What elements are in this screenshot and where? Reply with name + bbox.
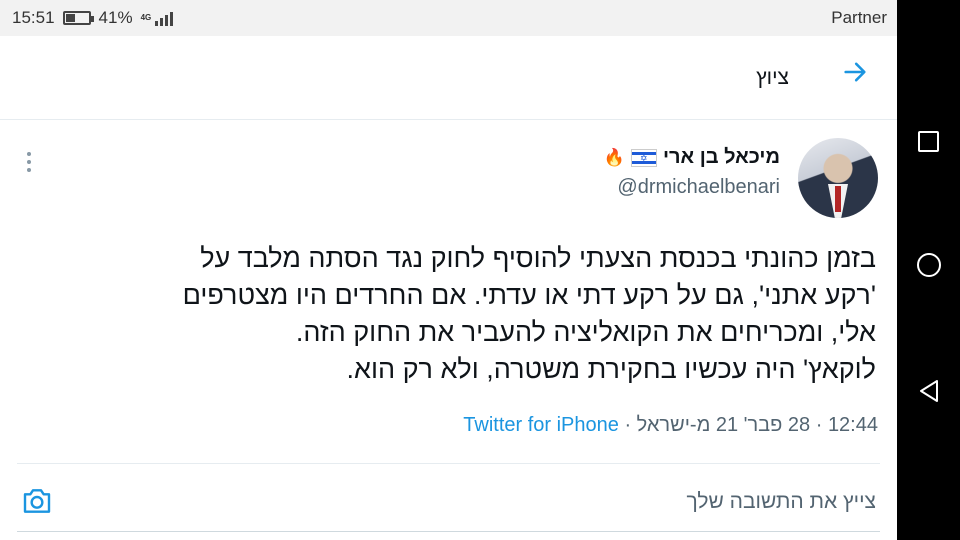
- israel-flag-icon: ✡: [630, 148, 657, 167]
- top-bar: ציוץ: [0, 36, 897, 120]
- tweet-source-link[interactable]: Twitter for iPhone: [463, 414, 619, 436]
- home-icon[interactable]: [916, 252, 941, 277]
- tweet-text-line: בזמן כהונתי בכנסת הצעתי להוסיף לחוק נגד …: [200, 243, 876, 273]
- back-triangle-icon[interactable]: [917, 378, 941, 409]
- more-options-icon[interactable]: [27, 152, 31, 172]
- reply-input[interactable]: צייץ את התשובה שלך: [687, 490, 876, 514]
- battery-percent: 41%: [98, 8, 133, 27]
- page-title: ציוץ: [756, 66, 789, 89]
- tweet-text-line: אלי, ומכריחים את הקואליציה להעביר את החו…: [295, 317, 876, 347]
- tweet-card: מיכאל בן ארי ✡ 🔥 @drmichaelbenari בזמן כ…: [17, 120, 880, 464]
- avatar[interactable]: [798, 138, 878, 218]
- battery-icon: [62, 11, 94, 25]
- tweet-text: בזמן כהונתי בכנסת הצעתי להוסיף לחוק נגד …: [26, 240, 876, 388]
- status-time: 15:51: [12, 8, 55, 27]
- android-nav-bar: [897, 0, 960, 540]
- display-name[interactable]: מיכאל בן ארי: [663, 146, 780, 169]
- tweet-screen: ציוץ מיכאל בן ארי ✡ 🔥 @drmichaelbenari ב…: [0, 36, 897, 540]
- author-name-row[interactable]: מיכאל בן ארי ✡ 🔥: [604, 146, 780, 169]
- tweet-text-line: לוקאץ' היה עכשיו בחקירת משטרה, ולא רק הו…: [346, 354, 876, 384]
- network-type: 4G: [140, 13, 152, 22]
- fire-icon: 🔥: [603, 147, 625, 167]
- reply-composer[interactable]: צייץ את התשובה שלך: [17, 464, 880, 532]
- tweet-time: 12:44: [827, 414, 878, 436]
- arrow-right-icon[interactable]: [841, 58, 869, 91]
- status-bar: 15:51 41% 4G Partner: [0, 0, 897, 36]
- tweet-meta: 12:44 · 28 פבר' 21 מ-ישראל · Twitter for…: [463, 414, 878, 436]
- status-left: 15:51 41% 4G: [12, 8, 174, 28]
- carrier-name: Partner: [831, 8, 887, 27]
- tweet-text-line: 'רקע אתני', גם על רקע דתי או עדתי. אם הח…: [182, 280, 876, 310]
- user-handle[interactable]: @drmichaelbenari: [617, 176, 780, 199]
- recent-apps-icon[interactable]: [918, 130, 939, 152]
- camera-icon[interactable]: [21, 486, 53, 521]
- signal-icon: [155, 10, 174, 26]
- tweet-date: 28 פבר' 21 מ-ישראל: [636, 414, 811, 436]
